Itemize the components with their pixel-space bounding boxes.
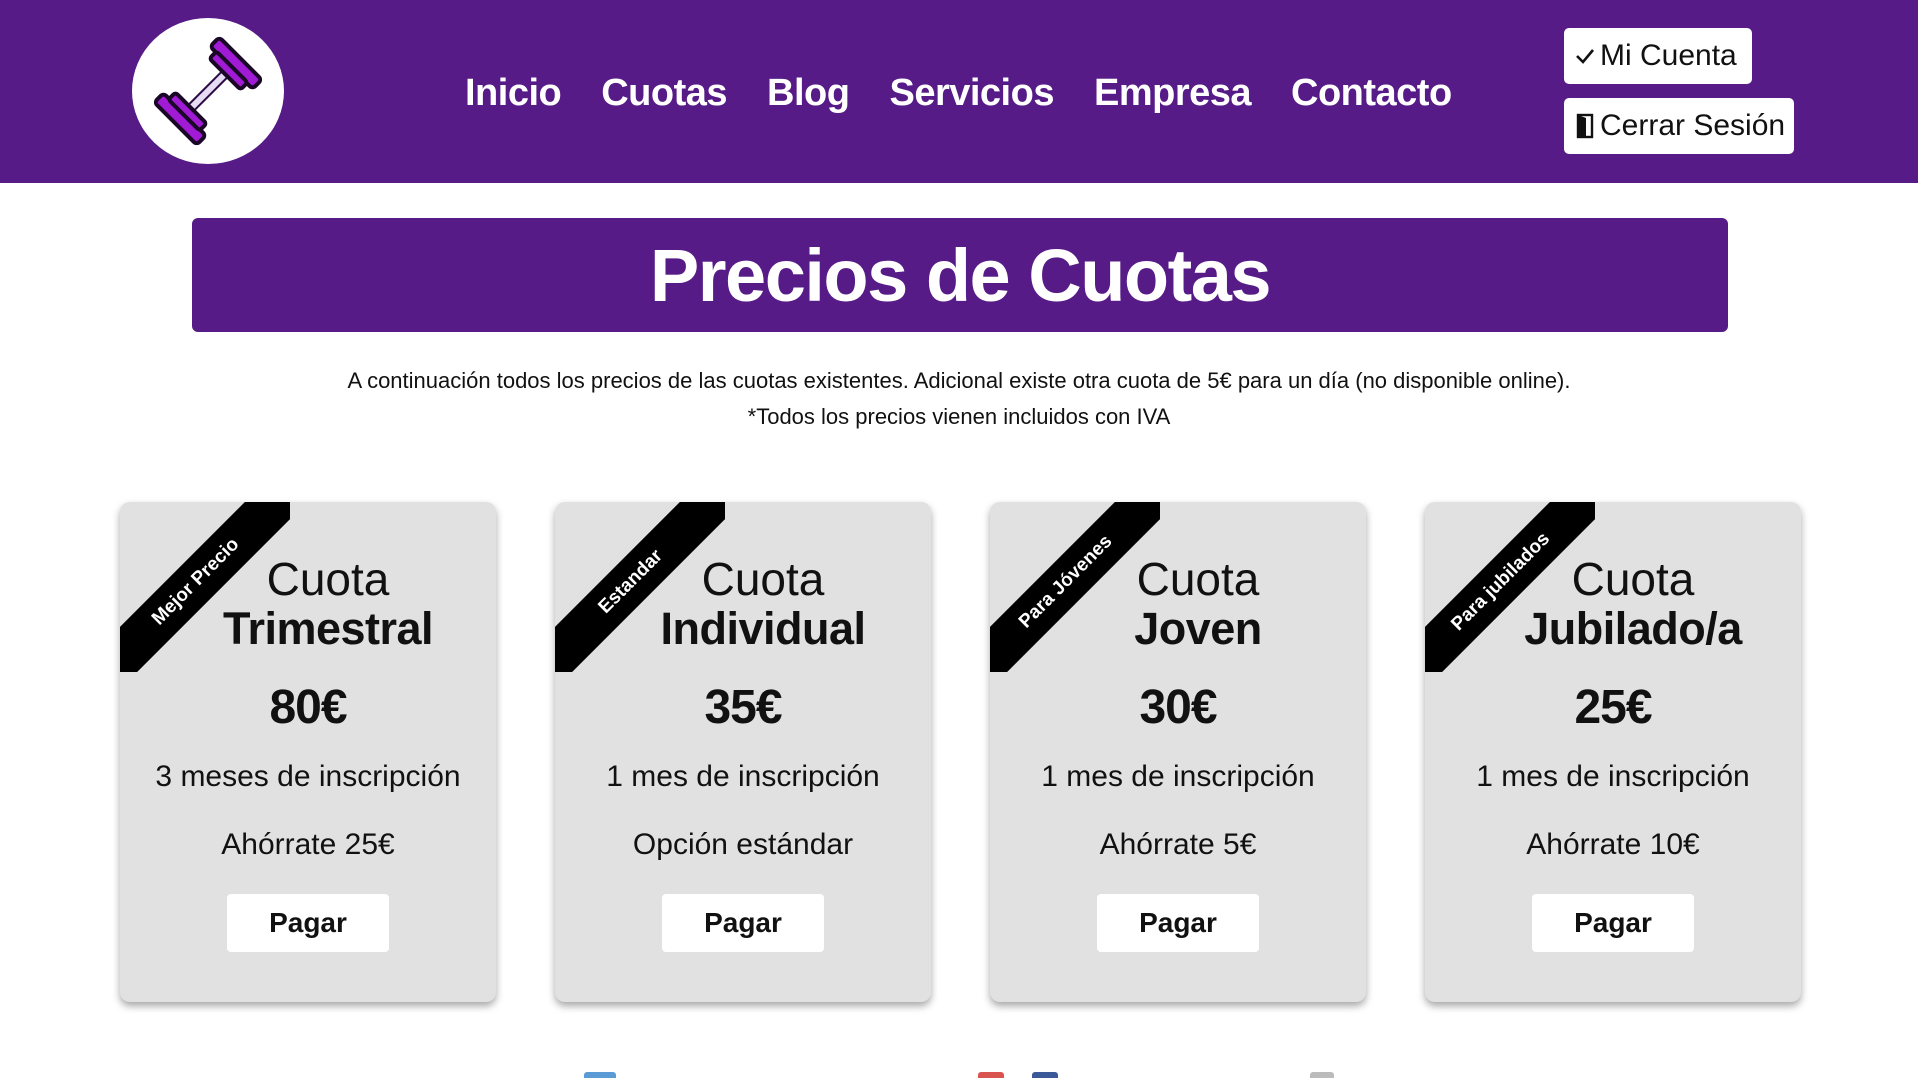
plan-note: Ahórrate 5€ bbox=[1099, 828, 1257, 861]
main-nav: Inicio Cuotas Blog Servicios Empresa Con… bbox=[465, 68, 1452, 118]
plan-card-individual: Estandar Cuota Individual 35€ 1 mes de i… bbox=[555, 502, 931, 1002]
door-icon bbox=[1574, 113, 1596, 139]
pricing-cards: Mejor Precio Cuota Trimestral 80€ 3 mese… bbox=[120, 502, 1801, 1002]
plan-name-line-1: Cuota bbox=[266, 553, 390, 605]
check-icon bbox=[1574, 45, 1596, 67]
plan-note: Ahórrate 25€ bbox=[221, 828, 395, 861]
my-account-button[interactable]: Mi Cuenta bbox=[1564, 28, 1752, 84]
plan-period: 1 mes de inscripción bbox=[1041, 760, 1315, 793]
site-logo[interactable] bbox=[132, 18, 284, 164]
intro-text: A continuación todos los precios de las … bbox=[0, 363, 1918, 435]
plan-name-line-2: Individual bbox=[660, 603, 866, 654]
logout-label: Cerrar Sesión bbox=[1600, 109, 1786, 142]
plan-name-line-2: Trimestral bbox=[222, 603, 434, 654]
pay-button[interactable]: Pagar bbox=[662, 894, 824, 952]
plan-price: 25€ bbox=[1574, 681, 1652, 734]
plan-name: Cuota Jubilado/a bbox=[1465, 554, 1801, 654]
plan-name-line-1: Cuota bbox=[701, 553, 825, 605]
nav-link-servicios[interactable]: Servicios bbox=[889, 72, 1054, 115]
plan-name: Cuota Individual bbox=[595, 554, 931, 654]
nav-link-empresa[interactable]: Empresa bbox=[1094, 72, 1252, 115]
plan-card-joven: Para Jóvenes Cuota Joven 30€ 1 mes de in… bbox=[990, 502, 1366, 1002]
plan-name-line-1: Cuota bbox=[1136, 553, 1260, 605]
plan-period: 1 mes de inscripción bbox=[606, 760, 880, 793]
plan-price: 35€ bbox=[704, 681, 782, 734]
intro-line-2: *Todos los precios vienen incluidos con … bbox=[747, 404, 1171, 429]
plan-price: 30€ bbox=[1139, 681, 1217, 734]
plan-price: 80€ bbox=[269, 681, 347, 734]
intro-line-1: A continuación todos los precios de las … bbox=[347, 368, 1571, 393]
nav-link-cuotas[interactable]: Cuotas bbox=[601, 72, 727, 115]
footer-icon[interactable] bbox=[978, 1072, 1004, 1078]
pay-button[interactable]: Pagar bbox=[1532, 894, 1694, 952]
nav-link-contacto[interactable]: Contacto bbox=[1291, 72, 1452, 115]
plan-note: Opción estándar bbox=[632, 828, 854, 861]
footer-icons-cutoff bbox=[0, 1068, 1918, 1078]
plan-name: Cuota Trimestral bbox=[160, 554, 496, 654]
plan-name: Cuota Joven bbox=[1030, 554, 1366, 654]
dumbbell-icon bbox=[153, 36, 263, 146]
page-title-banner: Precios de Cuotas bbox=[192, 218, 1728, 332]
nav-link-blog[interactable]: Blog bbox=[767, 72, 850, 115]
plan-name-line-2: Joven bbox=[1134, 603, 1262, 654]
footer-icon[interactable] bbox=[1032, 1072, 1058, 1078]
plan-card-jubilado: Para jubilados Cuota Jubilado/a 25€ 1 me… bbox=[1425, 502, 1801, 1002]
my-account-label: Mi Cuenta bbox=[1600, 39, 1737, 72]
plan-card-trimestral: Mejor Precio Cuota Trimestral 80€ 3 mese… bbox=[120, 502, 496, 1002]
plan-period: 3 meses de inscripción bbox=[155, 760, 461, 793]
pay-button[interactable]: Pagar bbox=[1097, 894, 1259, 952]
page-title: Precios de Cuotas bbox=[649, 233, 1272, 317]
nav-link-inicio[interactable]: Inicio bbox=[465, 72, 562, 115]
footer-icon[interactable] bbox=[1310, 1072, 1334, 1078]
footer-icon[interactable] bbox=[584, 1072, 616, 1078]
pay-button[interactable]: Pagar bbox=[227, 894, 389, 952]
navbar: Inicio Cuotas Blog Servicios Empresa Con… bbox=[0, 0, 1918, 183]
plan-name-line-1: Cuota bbox=[1571, 553, 1695, 605]
logout-button[interactable]: Cerrar Sesión bbox=[1564, 98, 1794, 154]
plan-note: Ahórrate 10€ bbox=[1526, 828, 1700, 861]
plan-period: 1 mes de inscripción bbox=[1476, 760, 1750, 793]
plan-name-line-2: Jubilado/a bbox=[1524, 603, 1742, 654]
